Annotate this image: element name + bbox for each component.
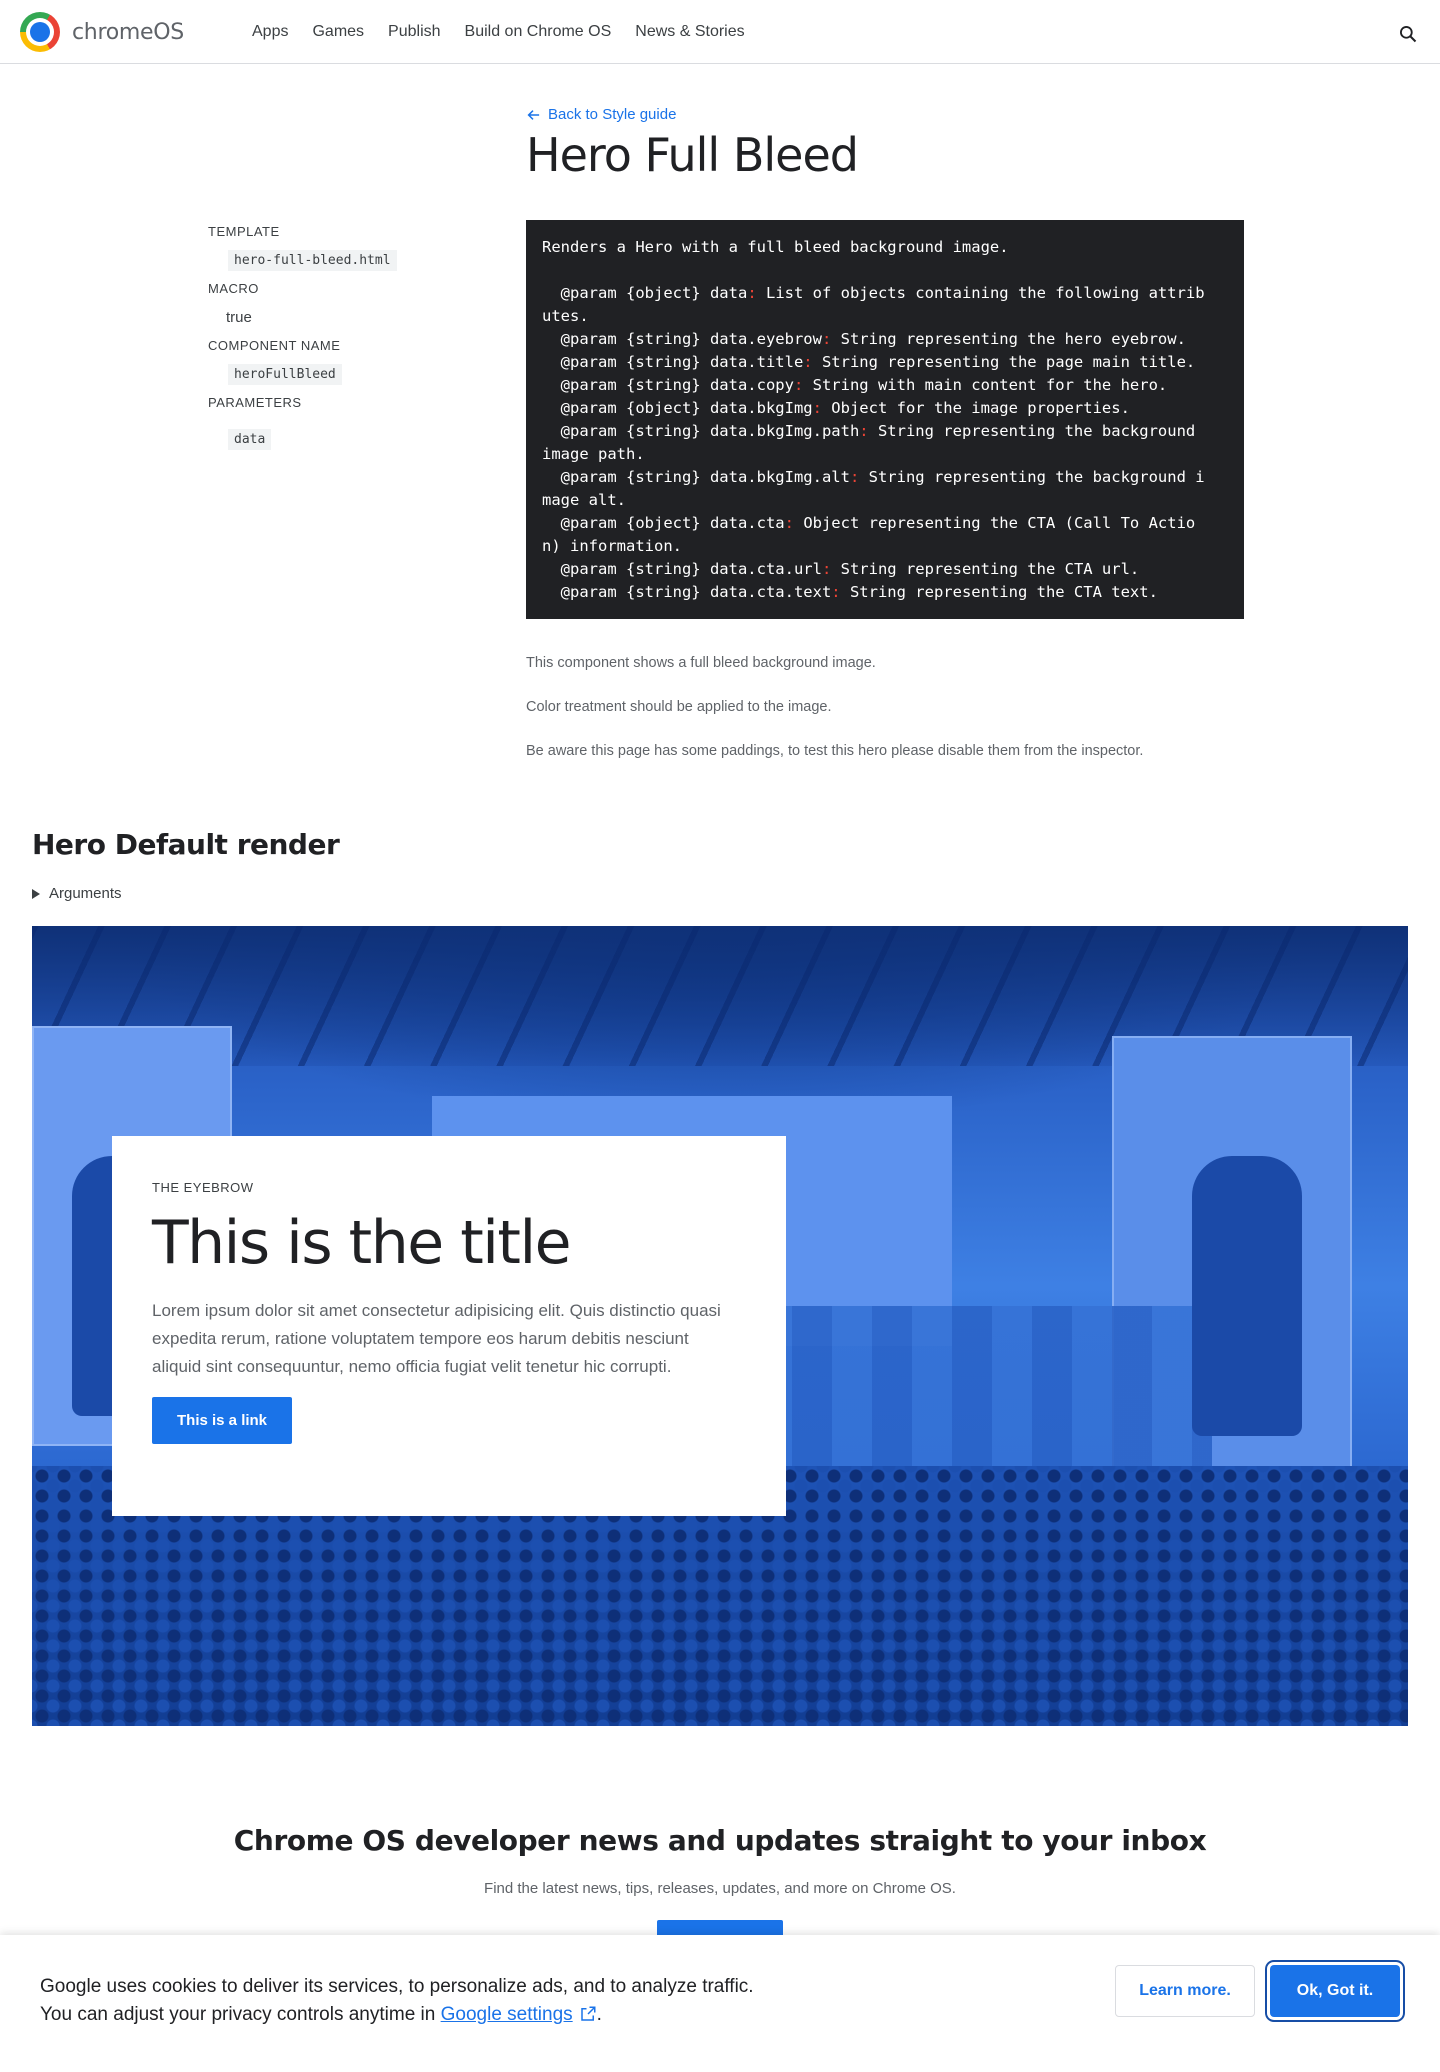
google-settings-link[interactable]: Google settings [441, 2004, 573, 2025]
parameters-value: data [228, 429, 272, 450]
code-line: @param {object} data.bkgImg: Object for … [542, 399, 1130, 417]
macro-value: true [226, 309, 252, 326]
cookie-line-1: Google uses cookies to deliver its servi… [40, 1976, 754, 1997]
nav-build[interactable]: Build on Chrome OS [465, 23, 612, 41]
code-line: @param {object} data.cta: Object represe… [542, 514, 1196, 532]
hero-copy: Lorem ipsum dolor sit amet consectetur a… [152, 1301, 721, 1376]
cookie-line-2-suffix: . [596, 2004, 602, 2025]
parameters-label: PARAMETERS [208, 395, 302, 410]
section-title: Hero Default render [32, 828, 340, 861]
learn-more-button[interactable]: Learn more. [1115, 1965, 1255, 2017]
code-line: @param {string} data.cta.text: String re… [542, 583, 1158, 601]
main-nav: Apps Games Publish Build on Chrome OS Ne… [252, 0, 769, 64]
code-block: Renders a Hero with a full bleed backgro… [526, 220, 1244, 619]
arguments-toggle[interactable]: Arguments [32, 885, 122, 902]
back-link[interactable]: Back to Style guide [526, 106, 676, 123]
arrow-back-icon [527, 109, 540, 120]
code-line: @param {string} data.copy: String with m… [542, 376, 1168, 394]
component-name-value: heroFullBleed [228, 364, 342, 385]
chrome-logo-icon [20, 12, 60, 52]
template-value: hero-full-bleed.html [228, 250, 397, 271]
code-line: @param {string} data.bkgImg.path: String… [542, 422, 1196, 440]
code-line: image path. [542, 445, 645, 463]
description-2: Color treatment should be applied to the… [526, 699, 832, 715]
cookie-banner: Google uses cookies to deliver its servi… [0, 1935, 1440, 2072]
newsletter-title: Chrome OS developer news and updates str… [233, 1824, 1207, 1857]
macro-label: MACRO [208, 281, 259, 296]
code-line: n) information. [542, 537, 682, 555]
code-line: @param {object} data: List of objects co… [542, 284, 1205, 302]
nav-publish[interactable]: Publish [388, 23, 440, 41]
site-header: chromeOS Apps Games Publish Build on Chr… [0, 0, 1440, 64]
hero-cta-button[interactable]: This is a link [152, 1397, 293, 1444]
nav-news[interactable]: News & Stories [635, 23, 744, 41]
nav-games[interactable]: Games [312, 23, 364, 41]
cookie-line-2-prefix: You can adjust your privacy controls any… [40, 2004, 441, 2025]
component-meta: TEMPLATE hero-full-bleed.html MACRO true… [208, 224, 448, 460]
component-name-label: COMPONENT NAME [208, 338, 341, 353]
page-title: Hero Full Bleed [526, 128, 859, 182]
back-link-label: Back to Style guide [548, 106, 677, 123]
code-line: @param {string} data.title: String repre… [542, 353, 1196, 371]
arguments-label: Arguments [49, 885, 122, 902]
brand-name: chromeOS [72, 19, 184, 45]
brand-logo-link[interactable]: chromeOS [20, 12, 184, 52]
hero-eyebrow: THE EYEBROW [152, 1180, 254, 1195]
ok-got-it-button[interactable]: Ok, Got it. [1270, 1965, 1400, 2017]
code-line: @param {string} data.eyebrow: String rep… [542, 330, 1186, 348]
person [1192, 1156, 1302, 1436]
code-line: utes. [542, 307, 589, 325]
code-line: mage alt. [542, 491, 626, 509]
template-label: TEMPLATE [208, 224, 280, 239]
external-link-icon [580, 2006, 596, 2021]
hero-card: THE EYEBROW This is the title Lorem ipsu… [112, 1136, 786, 1516]
disclosure-triangle-icon [32, 888, 40, 899]
nav-apps[interactable]: Apps [252, 23, 288, 41]
cookie-line-2: You can adjust your privacy controls any… [40, 2001, 754, 2029]
code-line: @param {string} data.cta.url: String rep… [542, 560, 1140, 578]
cookie-message: Google uses cookies to deliver its servi… [40, 1973, 754, 2029]
code-line: Renders a Hero with a full bleed backgro… [542, 238, 1009, 256]
hero-title: This is the title [152, 1208, 572, 1278]
search-icon[interactable] [1398, 24, 1418, 44]
description-1: This component shows a full bleed backgr… [526, 655, 876, 671]
code-line: @param {string} data.bkgImg.alt: String … [542, 468, 1205, 486]
newsletter-subtitle: Find the latest news, tips, releases, up… [484, 1880, 956, 1897]
description-3: Be aware this page has some paddings, to… [526, 743, 1144, 759]
